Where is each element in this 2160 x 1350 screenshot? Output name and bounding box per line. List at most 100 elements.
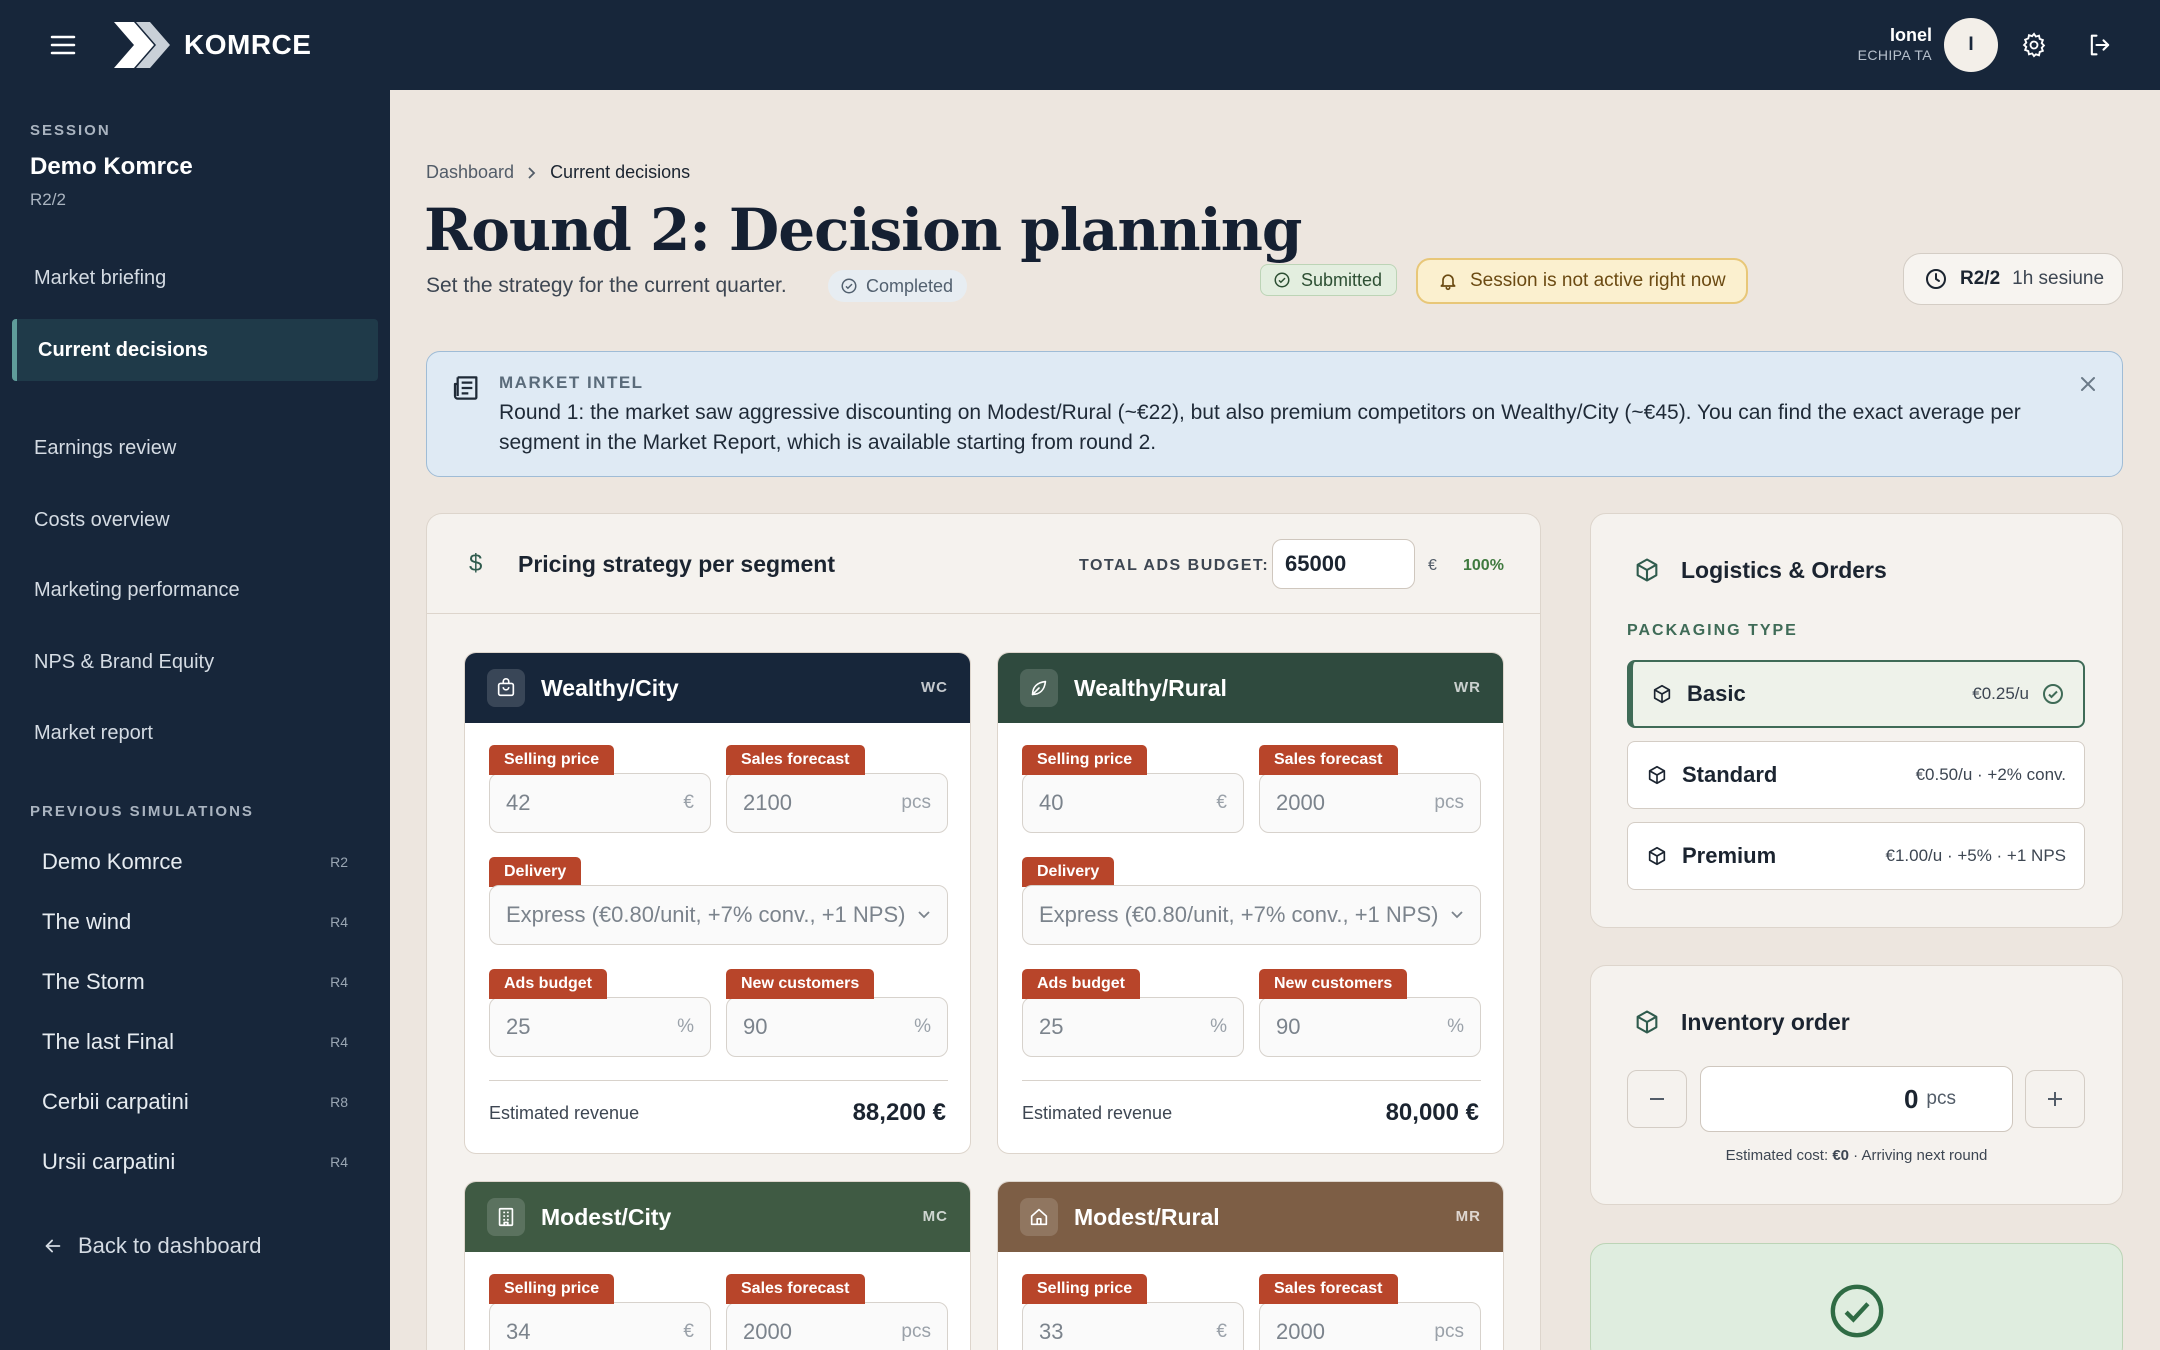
sidebar-item-costs-overview[interactable]: Costs overview	[12, 489, 378, 551]
packaging-price: €1.00/u · +5% · +1 NPS	[1885, 846, 2067, 865]
segment-name: Wealthy/Rural	[1074, 674, 1227, 701]
breadcrumb-dashboard-link[interactable]: Dashboard	[426, 162, 514, 183]
session-status-badge: Session is not active right now	[1416, 258, 1748, 304]
market-intel-text: Round 1: the market saw aggressive disco…	[499, 401, 2021, 454]
user-name: Ionel	[1889, 25, 1932, 45]
dollar-icon: $	[469, 550, 483, 577]
delivery-field: Delivery Express (€0.80/unit, +7% conv.,…	[489, 857, 948, 945]
delivery-select[interactable]: Express (€0.80/unit, +7% conv., +1 NPS)	[489, 885, 948, 945]
package-icon	[1633, 556, 1661, 584]
selling-price-field: Selling price 33 €	[1022, 1274, 1244, 1350]
logistics-card: Logistics & Orders PACKAGING TYPE Basic …	[1590, 513, 2123, 928]
selling-price-value: 34	[506, 1319, 531, 1344]
sales-forecast-input[interactable]: 2100 pcs	[726, 773, 948, 833]
selling-price-input[interactable]: 33 €	[1022, 1302, 1244, 1350]
simulation-name: Ursii carpatini	[42, 1149, 176, 1174]
top-bar: KOMRCE Ionel ECHIPA TA I	[0, 0, 2160, 90]
segment-code: MR	[1455, 1208, 1481, 1225]
previous-simulation-item[interactable]: The wind R4	[42, 902, 348, 942]
close-icon[interactable]	[2076, 372, 2100, 396]
sales-forecast-label: Sales forecast	[1259, 745, 1398, 775]
sales-forecast-field: Sales forecast 2000 pcs	[1259, 1274, 1481, 1350]
back-to-dashboard-link[interactable]: Back to dashboard	[42, 1233, 261, 1259]
delivery-label: Delivery	[1022, 857, 1115, 887]
sales-forecast-input[interactable]: 2000 pcs	[726, 1302, 948, 1350]
inventory-title: Inventory order	[1681, 1009, 1850, 1035]
sidebar-item-market-report[interactable]: Market report	[12, 702, 378, 764]
breadcrumb: Dashboard Current decisions	[426, 162, 690, 183]
increment-button[interactable]	[2025, 1070, 2085, 1128]
inventory-quantity-input[interactable]: 0 pcs	[1700, 1066, 2013, 1132]
gear-icon[interactable]	[2020, 31, 2048, 59]
new-customers-input[interactable]: 90%	[726, 997, 948, 1057]
ads-budget-input[interactable]: 25%	[489, 997, 711, 1057]
package-icon	[1648, 765, 1666, 785]
segment-card-wealthy-city: Wealthy/City WC Selling price 42 € Sales …	[464, 652, 971, 1154]
chevron-down-icon	[918, 911, 930, 919]
pcs-unit: pcs	[901, 1321, 931, 1342]
packaging-price-row: €0.25/u	[1972, 682, 2065, 706]
delivery-select[interactable]: Express (€0.80/unit, +7% conv., +1 NPS)	[1022, 885, 1481, 945]
delivery-value: Express (€0.80/unit, +7% conv., +1 NPS)	[506, 902, 906, 927]
sidebar: SESSION Demo Komrce R2/2 Market briefing…	[0, 90, 390, 1350]
round-timer-badge: R2/2 1h sesiune	[1903, 253, 2123, 305]
previous-simulation-item[interactable]: The Storm R4	[42, 962, 348, 1002]
selling-price-input[interactable]: 42 €	[489, 773, 711, 833]
ads-budget-field: Ads budget 25%	[489, 969, 711, 1057]
sidebar-item-market-briefing[interactable]: Market briefing	[12, 247, 378, 309]
ads-budget-input[interactable]: 25%	[1022, 997, 1244, 1057]
euro-unit: €	[1216, 792, 1227, 813]
inventory-unit: pcs	[1926, 1088, 1956, 1109]
selling-price-input[interactable]: 34 €	[489, 1302, 711, 1350]
session-label: SESSION	[30, 122, 111, 139]
segment-header: Wealthy/City WC	[465, 653, 970, 723]
leaf-icon	[1020, 669, 1058, 707]
sidebar-item-current-decisions[interactable]: Current decisions	[12, 319, 378, 381]
check-circle-icon	[841, 278, 857, 294]
new-customers-input[interactable]: 90%	[1259, 997, 1481, 1057]
packaging-option-standard[interactable]: Standard €0.50/u · +2% conv.	[1627, 741, 2085, 809]
logistics-title: Logistics & Orders	[1681, 557, 1887, 583]
submitted-label: Submitted	[1301, 269, 1383, 290]
simulation-name: Cerbii carpatini	[42, 1089, 189, 1114]
previous-simulation-item[interactable]: Demo Komrce R2	[42, 842, 348, 882]
package-icon	[1653, 684, 1671, 704]
duration-label: 1h sesiune	[2012, 268, 2105, 289]
inventory-card: Inventory order 0 pcs Estimated cost: €0…	[1590, 965, 2123, 1205]
simulation-round: R4	[330, 974, 348, 990]
decrement-button[interactable]	[1627, 1070, 1687, 1128]
pcs-unit: pcs	[1434, 1321, 1464, 1342]
packaging-option-premium[interactable]: Premium €1.00/u · +5% · +1 NPS	[1627, 822, 2085, 890]
app-logo[interactable]: KOMRCE	[112, 20, 311, 70]
selling-price-label: Selling price	[489, 745, 615, 775]
ads-budget-label: Ads budget	[1022, 969, 1140, 999]
check-circle-icon	[2043, 684, 2063, 704]
sidebar-item-marketing-performance[interactable]: Marketing performance	[12, 559, 378, 621]
previous-simulation-item[interactable]: The last Final R4	[42, 1022, 348, 1062]
previous-simulation-item[interactable]: Ursii carpatini R4	[42, 1142, 348, 1182]
completed-badge: Completed	[828, 270, 968, 302]
segment-header: Modest/Rural MR	[998, 1182, 1503, 1252]
previous-simulation-item[interactable]: Cerbii carpatini R8	[42, 1082, 348, 1122]
logout-icon[interactable]	[2086, 31, 2114, 59]
simulation-round: R4	[330, 1034, 348, 1050]
sidebar-item-earnings-review[interactable]: Earnings review	[12, 417, 378, 479]
selling-price-value: 40	[1039, 790, 1064, 815]
avatar[interactable]: I	[1944, 18, 1998, 72]
selling-price-field: Selling price 42 €	[489, 745, 711, 833]
packaging-option-basic[interactable]: Basic €0.25/u	[1627, 660, 2085, 728]
total-ads-budget-input[interactable]	[1272, 539, 1415, 589]
sales-forecast-input[interactable]: 2000 pcs	[1259, 1302, 1481, 1350]
packaging-price: €0.50/u · +2% conv.	[1915, 765, 2066, 784]
inventory-estimate-note: Estimated cost: €0 · Arriving next round	[1591, 1147, 2122, 1164]
selling-price-label: Selling price	[1022, 1274, 1148, 1304]
selling-price-label: Selling price	[1022, 745, 1148, 775]
selling-price-input[interactable]: 40 €	[1022, 773, 1244, 833]
market-intel-banner: MARKET INTEL Round 1: the market saw agg…	[426, 351, 2123, 477]
estimate-cost: €0	[1832, 1147, 1849, 1164]
sidebar-item-nps-brand-equity[interactable]: NPS & Brand Equity	[12, 631, 378, 693]
sales-forecast-label: Sales forecast	[1259, 1274, 1398, 1304]
hamburger-menu-icon[interactable]	[48, 30, 78, 60]
packaging-name: Standard	[1682, 762, 1778, 787]
sales-forecast-input[interactable]: 2000 pcs	[1259, 773, 1481, 833]
